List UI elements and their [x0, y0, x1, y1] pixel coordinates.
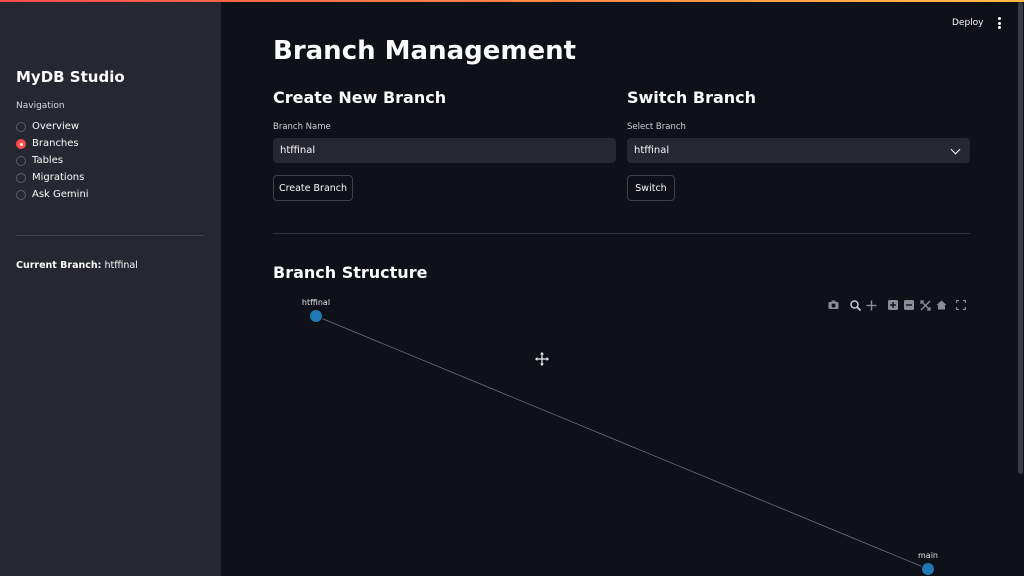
switch-branch-heading: Switch Branch: [627, 88, 757, 107]
nav-item-ask-gemini[interactable]: Ask Gemini: [16, 186, 89, 203]
switch-button[interactable]: Switch: [627, 175, 675, 201]
branch-node-main[interactable]: [921, 562, 935, 576]
navigation-radio-group: Overview Branches Tables Migrations Ask …: [16, 118, 89, 203]
autoscale-icon[interactable]: [919, 300, 931, 312]
branch-edge: [315, 315, 929, 570]
nav-item-label: Overview: [32, 121, 80, 132]
sidebar-divider: [16, 235, 204, 236]
nav-item-label: Tables: [32, 155, 64, 166]
fullscreen-icon[interactable]: [955, 299, 967, 312]
pan-icon[interactable]: [865, 300, 877, 312]
current-branch-value: htffinal: [104, 260, 138, 271]
branch-graph-svg: htffinal main: [302, 298, 938, 576]
create-branch-heading: Create New Branch: [273, 88, 447, 107]
zoom-out-icon[interactable]: [903, 300, 915, 312]
radio-button[interactable]: [16, 121, 26, 132]
branch-node-htffinal[interactable]: [309, 309, 323, 323]
current-branch-label: Current Branch:: [16, 260, 102, 271]
sidebar: MyDB Studio Navigation Overview Branches…: [0, 2, 221, 576]
nav-item-migrations[interactable]: Migrations: [16, 169, 89, 186]
node-label: main: [918, 551, 938, 560]
radio-button-selected[interactable]: [16, 138, 26, 149]
app-title: MyDB Studio: [16, 68, 125, 86]
zoom-in-icon[interactable]: [887, 300, 899, 312]
radio-button[interactable]: [16, 172, 26, 183]
current-branch-info: Current Branch: htffinal: [16, 260, 138, 271]
move-cursor-icon: [535, 351, 549, 366]
deploy-button[interactable]: Deploy: [952, 18, 984, 28]
chevron-down-icon: [950, 144, 961, 154]
more-options-icon[interactable]: [995, 17, 1003, 31]
create-branch-button[interactable]: Create Branch: [273, 175, 353, 201]
chart-modebar: [827, 299, 967, 313]
nav-item-branches[interactable]: Branches: [16, 135, 89, 152]
branch-structure-chart[interactable]: htffinal main: [273, 290, 970, 576]
scrollbar[interactable]: [1018, 2, 1023, 474]
navigation-label: Navigation: [16, 101, 65, 111]
nav-item-label: Ask Gemini: [32, 189, 89, 200]
camera-icon[interactable]: [827, 300, 839, 312]
branch-name-label: Branch Name: [273, 122, 331, 132]
nav-item-label: Branches: [32, 138, 79, 149]
page-title: Branch Management: [273, 36, 577, 66]
reset-axes-icon[interactable]: [935, 300, 947, 312]
nav-item-tables[interactable]: Tables: [16, 152, 89, 169]
radio-button[interactable]: [16, 155, 26, 166]
nav-item-overview[interactable]: Overview: [16, 118, 89, 135]
section-divider: [273, 233, 970, 234]
radio-button[interactable]: [16, 189, 26, 200]
select-branch-label: Select Branch: [627, 122, 686, 132]
node-label: htffinal: [302, 298, 330, 307]
branch-structure-heading: Branch Structure: [273, 263, 428, 282]
zoom-icon[interactable]: [849, 300, 861, 312]
select-branch-dropdown[interactable]: htffinal: [627, 138, 970, 163]
select-branch-value: htffinal: [634, 145, 670, 156]
nav-item-label: Migrations: [32, 172, 85, 183]
branch-name-input[interactable]: [273, 138, 616, 163]
